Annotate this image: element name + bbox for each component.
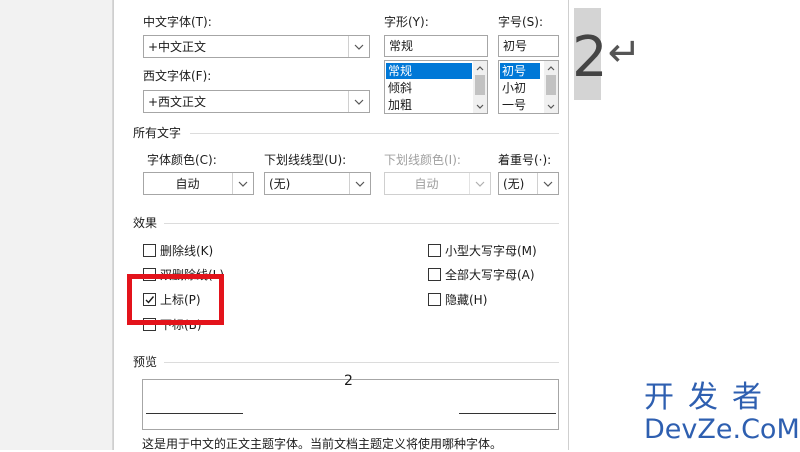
section-divider (164, 223, 559, 224)
scroll-down-icon[interactable] (544, 99, 558, 113)
font-size-option[interactable]: 小初 (500, 80, 540, 96)
font-style-option[interactable]: 倾斜 (386, 80, 472, 96)
chevron-down-icon[interactable] (348, 91, 369, 112)
font-size-scrollbar[interactable] (544, 61, 558, 113)
scroll-up-icon[interactable] (544, 61, 558, 75)
preview-section-title: 预览 (133, 355, 158, 369)
document-text[interactable]: 2↵ (572, 18, 641, 93)
emphasis-mark-value: (无) (503, 177, 525, 191)
all-caps-label[interactable]: 全部大写字母(A) (445, 267, 535, 283)
left-background (0, 0, 112, 450)
preview-superscript-text: 2 (344, 373, 353, 389)
font-style-scrollbar[interactable] (473, 61, 487, 113)
chinese-font-label: 中文字体(T): (143, 15, 212, 29)
chinese-font-value: +中文正文 (148, 40, 207, 54)
underline-color-value: 自动 (414, 177, 439, 191)
font-style-list[interactable]: 常规 倾斜 加粗 (384, 60, 488, 114)
western-font-label: 西文字体(F): (143, 69, 212, 83)
emphasis-mark-label: 着重号(·): (498, 153, 552, 167)
preview-baseline-left (146, 413, 243, 414)
watermark-logo-cn: 开发者 (644, 380, 776, 415)
all-caps-checkbox[interactable] (428, 268, 441, 281)
small-caps-label[interactable]: 小型大写字母(M) (445, 243, 537, 259)
preview-baseline-right (459, 413, 556, 414)
section-divider (164, 362, 559, 363)
strikethrough-label[interactable]: 删除线(K) (160, 243, 213, 259)
document-character: 2 (572, 25, 608, 90)
underline-color-combo: 自动 (384, 172, 491, 195)
underline-style-value: (无) (269, 177, 291, 191)
section-divider (190, 133, 559, 134)
font-color-value: 自动 (175, 177, 200, 191)
annotation-highlight-box (127, 274, 224, 325)
font-style-input[interactable]: 常规 (384, 35, 488, 57)
chevron-down-icon (469, 173, 490, 194)
scroll-down-icon[interactable] (473, 99, 487, 113)
chevron-down-icon[interactable] (348, 36, 369, 57)
effects-section-title: 效果 (133, 216, 158, 230)
small-caps-checkbox[interactable] (428, 244, 441, 257)
font-size-option[interactable]: 一号 (500, 97, 540, 113)
font-color-combo[interactable]: 自动 (143, 172, 254, 195)
return-mark-icon: ↵ (607, 30, 642, 76)
font-style-label: 字形(Y): (384, 15, 429, 29)
chevron-down-icon[interactable] (232, 173, 253, 194)
chevron-down-icon[interactable] (537, 173, 558, 194)
western-font-value: +西文正文 (148, 95, 207, 109)
preview-box: 2 (142, 373, 559, 430)
font-style-option[interactable]: 常规 (386, 63, 472, 79)
strikethrough-checkbox[interactable] (143, 244, 156, 257)
emphasis-mark-combo[interactable]: (无) (498, 172, 559, 195)
hidden-label[interactable]: 隐藏(H) (445, 292, 487, 308)
underline-color-label: 下划线颜色(I): (384, 153, 461, 167)
chinese-font-combo[interactable]: +中文正文 (143, 35, 370, 58)
scroll-thumb[interactable] (475, 75, 485, 95)
font-size-input[interactable]: 初号 (498, 35, 559, 57)
font-size-option[interactable]: 初号 (500, 63, 540, 79)
hidden-checkbox[interactable] (428, 293, 441, 306)
underline-style-combo[interactable]: (无) (264, 172, 371, 195)
chevron-down-icon[interactable] (349, 173, 370, 194)
scroll-up-icon[interactable] (473, 61, 487, 75)
all-text-section-title: 所有文字 (133, 126, 182, 140)
font-size-list[interactable]: 初号 小初 一号 (498, 60, 559, 114)
western-font-combo[interactable]: +西文正文 (143, 90, 370, 113)
font-style-option[interactable]: 加粗 (386, 97, 472, 113)
font-color-label: 字体颜色(C): (147, 153, 217, 167)
font-size-label: 字号(S): (498, 15, 544, 29)
watermark-logo-en: DevZe.CoM (644, 414, 800, 445)
font-dialog: 中文字体(T): +中文正文 西文字体(F): +西文正文 字形(Y): 常规 … (113, 0, 569, 451)
scroll-thumb[interactable] (546, 75, 556, 95)
underline-style-label: 下划线线型(U): (264, 153, 347, 167)
